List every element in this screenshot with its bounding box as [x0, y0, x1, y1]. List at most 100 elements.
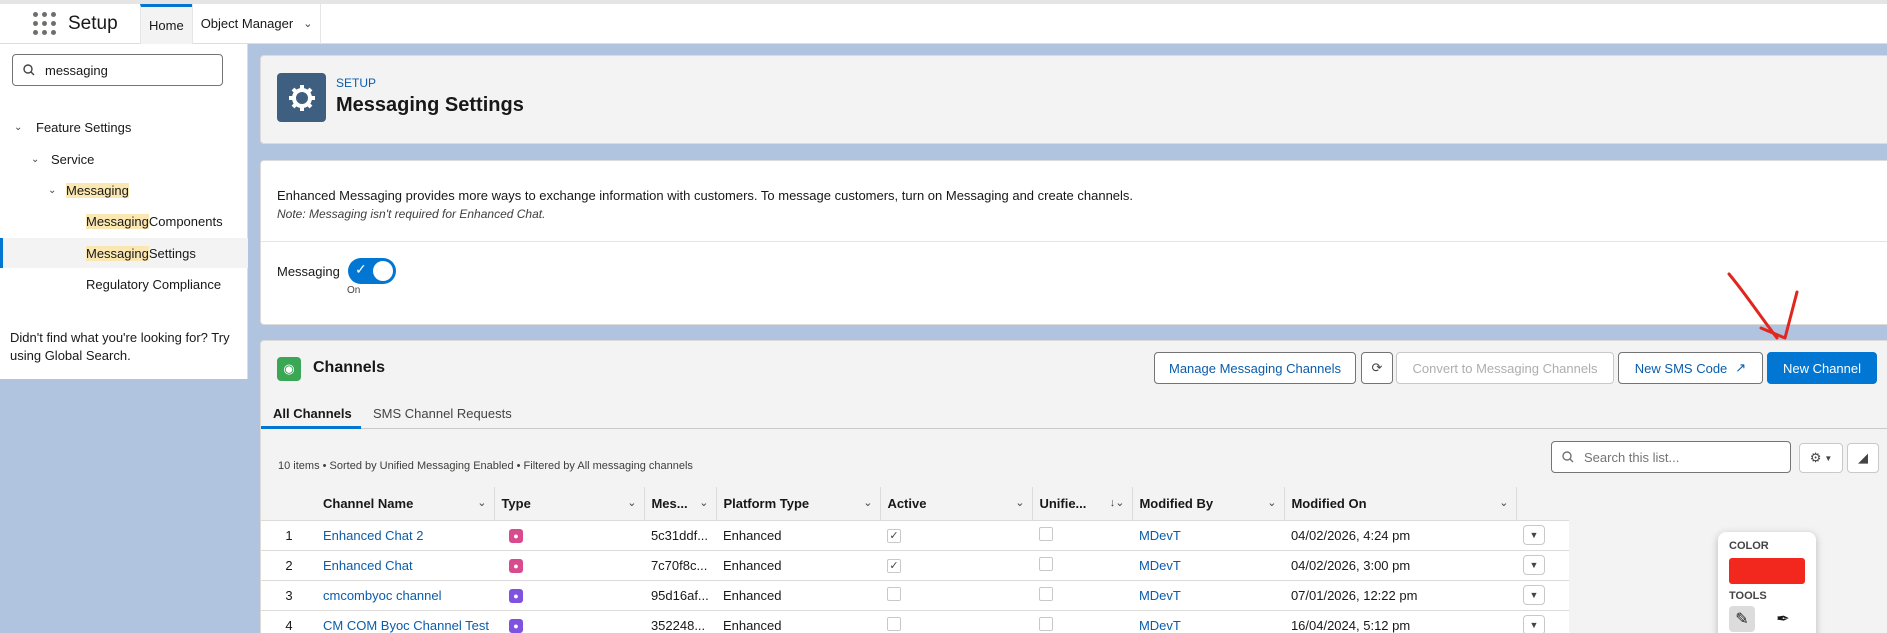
chevron-down-icon[interactable]: ⌄: [14, 122, 28, 133]
modified-by-link[interactable]: MDevT: [1139, 528, 1181, 543]
modified-by-cell[interactable]: MDevT: [1132, 550, 1285, 581]
channel-name-link[interactable]: Enhanced Chat 2: [323, 528, 423, 543]
col-modified-on[interactable]: Modified On ⌄: [1284, 487, 1518, 521]
convert-to-messaging-channels-button[interactable]: Convert to Messaging Channels: [1396, 352, 1614, 384]
channel-name-cell[interactable]: CM COM Byoc Channel Test: [317, 610, 495, 633]
row-actions-menu-button[interactable]: ▼: [1522, 555, 1545, 575]
chevron-down-icon[interactable]: ⌄: [1499, 496, 1508, 509]
channel-name-cell[interactable]: Enhanced Chat 2: [317, 520, 495, 551]
channel-name-link[interactable]: Enhanced Chat: [323, 558, 413, 573]
refresh-button[interactable]: ⟳: [1361, 352, 1393, 384]
table-row[interactable]: 3 cmcombyoc channel ● 95d16af... Enhanced MDe…: [261, 580, 1569, 611]
row-actions-menu-button[interactable]: ▼: [1522, 615, 1545, 633]
marker-icon[interactable]: ✒: [1770, 606, 1796, 632]
tree-service[interactable]: ⌄ Service: [31, 152, 94, 167]
col-modified-by[interactable]: Modified By ⌄: [1132, 487, 1286, 521]
row-actions-cell: ▼: [1516, 520, 1569, 551]
tree-feature-settings[interactable]: ⌄ Feature Settings: [14, 120, 131, 135]
filter-button[interactable]: ◢: [1847, 443, 1879, 473]
modified-by-link[interactable]: MDevT: [1139, 588, 1181, 603]
chevron-down-icon[interactable]: ⌄: [303, 17, 312, 30]
channel-name-cell[interactable]: Enhanced Chat: [317, 550, 495, 581]
tree-messaging[interactable]: ⌄ Messaging: [48, 183, 129, 198]
unified-cell: [1032, 520, 1133, 551]
external-link-icon: ↗: [1735, 360, 1747, 375]
list-settings-button[interactable]: ⚙ ▼: [1799, 443, 1843, 473]
chevron-down-icon[interactable]: ⌄: [699, 496, 708, 509]
col-rownum: [261, 487, 317, 521]
col-label: Mes...: [651, 495, 688, 511]
row-number: 2: [261, 550, 317, 581]
color-swatch[interactable]: [1729, 558, 1805, 584]
col-actions: [1516, 487, 1569, 521]
tree-label-highlight: Messaging: [86, 246, 149, 261]
gear-icon: [277, 73, 326, 122]
col-active[interactable]: Active ⌄: [880, 487, 1034, 521]
mes-cell: 5c31ddf...: [644, 520, 717, 551]
messaging-toggle[interactable]: ✓: [348, 258, 396, 284]
pen-icon[interactable]: ✎: [1729, 606, 1755, 632]
table-header-row: Channel Name ⌄ Type ⌄ Mes... ⌄ Platform Typ…: [261, 487, 1569, 521]
col-channel-name[interactable]: Channel Name ⌄: [317, 487, 496, 521]
page-eyebrow: SETUP: [336, 76, 377, 90]
platform-cell: Enhanced: [716, 520, 881, 551]
unified-cell: [1032, 610, 1133, 633]
type-cell: ●: [494, 520, 645, 551]
unified-checkbox: [1038, 616, 1053, 631]
table-row[interactable]: 2 Enhanced Chat ● 7c70f8c... Enhanced ✓ MDevT 0…: [261, 550, 1569, 581]
chevron-down-icon[interactable]: ⌄: [31, 154, 45, 165]
chevron-down-icon[interactable]: ⌄: [477, 496, 486, 509]
col-unified[interactable]: Unifie... ↓⌄: [1032, 487, 1134, 521]
tree-service-label: Service: [51, 152, 95, 167]
tree-messaging-label: Messaging: [66, 183, 129, 198]
channel-name-link[interactable]: CM COM Byoc Channel Test: [323, 618, 489, 633]
channel-name-link[interactable]: cmcombyoc channel: [323, 588, 442, 603]
col-label: Channel Name: [323, 495, 414, 511]
col-platform-type[interactable]: Platform Type ⌄: [716, 487, 882, 521]
col-label: Modified By: [1139, 495, 1214, 511]
refresh-icon: ⟳: [1371, 360, 1383, 375]
quick-find-input[interactable]: [45, 62, 205, 78]
channel-name-cell[interactable]: cmcombyoc channel: [317, 580, 495, 611]
tree-messaging-settings[interactable]: Messaging Settings: [86, 246, 196, 261]
active-cell: [880, 610, 1033, 633]
search-list-input[interactable]: Search this list...: [1551, 441, 1791, 473]
modified-by-link[interactable]: MDevT: [1139, 558, 1181, 573]
tab-object-manager[interactable]: Object Manager ⌄: [191, 3, 322, 44]
tab-all-channels[interactable]: All Channels: [273, 406, 352, 421]
quick-find[interactable]: [12, 54, 223, 86]
app-launcher-icon[interactable]: [24, 4, 64, 44]
col-mes[interactable]: Mes... ⌄: [644, 487, 718, 521]
tree-label-rest: Components: [148, 214, 223, 229]
table-row[interactable]: 4 CM COM Byoc Channel Test ● 352248... Enhan…: [261, 610, 1569, 633]
row-actions-menu-button[interactable]: ▼: [1522, 585, 1545, 605]
modified-by-cell[interactable]: MDevT: [1132, 580, 1285, 611]
chevron-down-icon[interactable]: ⌄: [1267, 496, 1276, 509]
active-cell: ✓: [880, 550, 1033, 581]
modified-by-cell[interactable]: MDevT: [1132, 520, 1285, 551]
col-type[interactable]: Type ⌄: [494, 487, 646, 521]
modified-by-cell[interactable]: MDevT: [1132, 610, 1285, 633]
chevron-down-icon[interactable]: ⌄: [1015, 496, 1024, 509]
tab-sms-channel-requests[interactable]: SMS Channel Requests: [373, 406, 512, 421]
sort-arrow-icon[interactable]: ↓⌄: [1110, 496, 1125, 509]
new-sms-code-label: New SMS Code: [1634, 360, 1728, 376]
manage-messaging-channels-button[interactable]: Manage Messaging Channels: [1154, 352, 1356, 384]
chevron-down-icon[interactable]: ⌄: [48, 185, 62, 196]
list-meta: 10 items • Sorted by Unified Messaging E…: [278, 460, 693, 472]
col-label: Type: [501, 495, 531, 511]
new-sms-code-button[interactable]: New SMS Code ↗: [1618, 352, 1763, 384]
tree-regulatory-compliance[interactable]: Regulatory Compliance: [86, 277, 221, 292]
modified-by-link[interactable]: MDevT: [1139, 618, 1181, 633]
tab-home[interactable]: Home: [140, 3, 192, 44]
chevron-down-icon[interactable]: ⌄: [863, 496, 872, 509]
app-name: Setup: [68, 12, 118, 34]
setup-sidebar: ⌄ Feature Settings ⌄ Service ⌄ Messaging Me…: [0, 44, 248, 379]
tree-messaging-components[interactable]: Messaging Components: [86, 214, 223, 229]
new-channel-button[interactable]: New Channel: [1767, 352, 1877, 384]
col-label: Active: [887, 495, 927, 511]
row-actions-menu-button[interactable]: ▼: [1522, 525, 1545, 545]
platform-cell: Enhanced: [716, 580, 881, 611]
table-row[interactable]: 1 Enhanced Chat 2 ● 5c31ddf... Enhanced ✓ MDev…: [261, 520, 1569, 551]
chevron-down-icon[interactable]: ⌄: [627, 496, 636, 509]
